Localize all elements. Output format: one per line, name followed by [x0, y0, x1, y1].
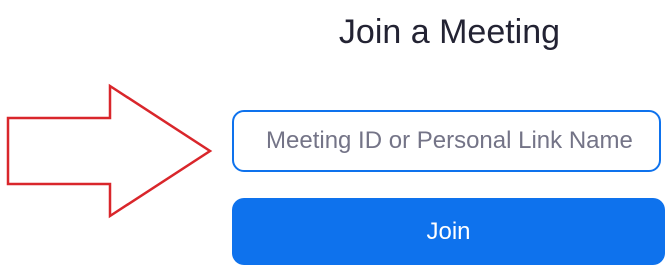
red-arrow-icon: [6, 83, 213, 219]
page-title: Join a Meeting: [338, 13, 561, 51]
meeting-id-input[interactable]: [232, 110, 661, 172]
join-button[interactable]: Join: [232, 198, 665, 265]
